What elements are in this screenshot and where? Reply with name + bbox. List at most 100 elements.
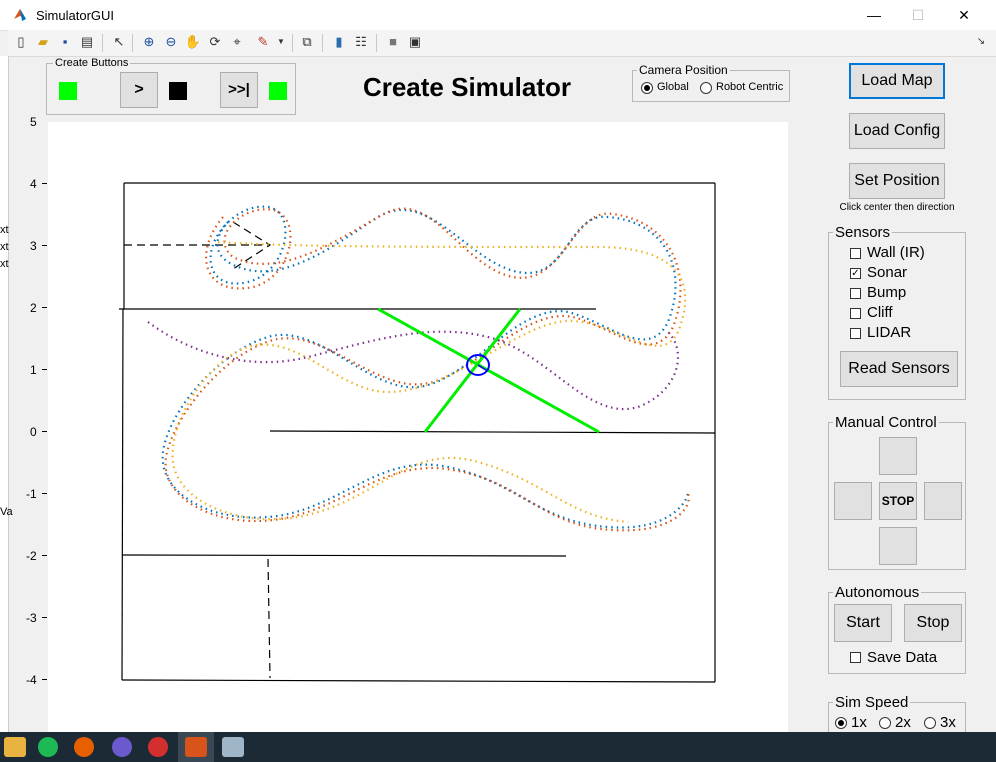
y-tick-label: 4 (30, 177, 37, 191)
map-wall (121, 308, 124, 681)
status-indicator-black (169, 82, 187, 100)
open-file-icon[interactable]: ▰ (34, 33, 52, 51)
browser-icon[interactable] (112, 737, 132, 757)
speed-2x-label: 2x (895, 714, 911, 731)
manual-control-panel: Manual Control STOP (828, 414, 966, 570)
load-config-button[interactable]: Load Config (849, 113, 945, 149)
speed-1x-label: 1x (851, 714, 867, 731)
toolbar-separator (132, 34, 133, 52)
speed-1x-radio[interactable] (835, 717, 847, 729)
hide-icon[interactable]: ■ (384, 33, 402, 51)
y-tick (42, 617, 47, 618)
status-indicator-green (269, 82, 287, 100)
window-title: SimulatorGUI (36, 8, 115, 23)
read-sensors-button[interactable]: Read Sensors (840, 351, 958, 387)
background-text: xt (0, 224, 9, 236)
toolbar-separator (322, 34, 323, 52)
wall-ir-checkbox[interactable] (850, 248, 861, 259)
rotate-icon[interactable]: ⟳ (206, 33, 224, 51)
y-tick (42, 183, 47, 184)
close-button[interactable]: ✕ (944, 4, 984, 26)
autonomous-stop-button[interactable]: Stop (904, 604, 962, 642)
lidar-label: LIDAR (867, 324, 912, 341)
pan-icon[interactable]: ✋ (184, 33, 202, 51)
firefox-icon[interactable] (74, 737, 94, 757)
y-tick (42, 369, 47, 370)
y-tick (42, 679, 47, 680)
link-icon[interactable]: ⧉ (298, 33, 316, 51)
lidar-checkbox[interactable] (850, 328, 861, 339)
start-button[interactable]: Start (834, 604, 892, 642)
maximize-button[interactable]: ☐ (898, 4, 938, 26)
matlab-logo-icon (12, 7, 28, 23)
zoom-out-icon[interactable]: ⊖ (162, 33, 180, 51)
y-tick-label: 0 (30, 425, 37, 439)
y-tick-label: 2 (30, 301, 37, 315)
colorbar-icon[interactable]: ▮ (330, 33, 348, 51)
title-bar: SimulatorGUI — ☐ ✕ (0, 0, 996, 31)
autonomous-panel: Autonomous Start Stop Save Data (828, 584, 966, 674)
forward-button[interactable] (879, 437, 917, 475)
status-indicator-green (59, 82, 77, 100)
new-file-icon[interactable]: ▯ (12, 33, 30, 51)
y-tick-label: -4 (26, 673, 37, 687)
y-tick-label: -3 (26, 611, 37, 625)
map-plot-svg (119, 182, 716, 683)
minimize-button[interactable]: — (854, 4, 894, 26)
global-radio[interactable] (641, 82, 653, 94)
stop-button[interactable]: STOP (879, 482, 917, 520)
speed-3x-radio[interactable] (924, 717, 936, 729)
save-data-checkbox[interactable] (850, 652, 861, 663)
show-icon[interactable]: ▣ (406, 33, 424, 51)
load-map-button[interactable]: Load Map (849, 63, 945, 99)
step-button[interactable]: > (120, 72, 158, 108)
cliff-label: Cliff (867, 304, 893, 321)
set-position-button[interactable]: Set Position (849, 163, 945, 199)
robot-centric-radio[interactable] (700, 82, 712, 94)
turn-right-button[interactable] (924, 482, 962, 520)
backward-button[interactable] (879, 527, 917, 565)
background-text: xt (0, 258, 9, 270)
sonar-ray (423, 308, 522, 433)
y-tick-label: 5 (30, 115, 37, 129)
spotify-icon[interactable] (38, 737, 58, 757)
map-axes[interactable]: -2 (48, 122, 788, 762)
page-title: Create Simulator (362, 72, 572, 102)
file-explorer-icon[interactable] (4, 737, 26, 757)
bump-checkbox[interactable] (850, 288, 861, 299)
y-tick-label: -1 (26, 487, 37, 501)
speed-2x-radio[interactable] (879, 717, 891, 729)
y-tick (42, 431, 47, 432)
legend-icon[interactable]: ☷ (352, 33, 370, 51)
run-button[interactable]: >>| (220, 72, 258, 108)
notepad-icon[interactable] (222, 737, 244, 757)
print-icon[interactable]: ▤ (78, 33, 96, 51)
save-icon[interactable]: ▪ (56, 33, 74, 51)
background-window-strip: xt xt xt Va (0, 56, 13, 736)
chevron-down-icon[interactable]: ▼ (272, 33, 290, 51)
cliff-checkbox[interactable] (850, 308, 861, 319)
pointer-icon[interactable]: ↖ (110, 33, 128, 51)
set-position-hint: Click center then direction (839, 202, 955, 213)
sonar-checkbox[interactable]: ✓ (850, 268, 861, 279)
save-data-label: Save Data (867, 649, 938, 666)
data-cursor-icon[interactable]: ⌖ (228, 33, 246, 51)
virtual-wall (267, 558, 271, 679)
create-buttons-title: Create Buttons (53, 57, 131, 69)
autonomous-title: Autonomous (833, 584, 922, 601)
speed-3x-label: 3x (940, 714, 956, 731)
dock-icon[interactable]: ↘ (972, 33, 990, 51)
brush-icon[interactable]: ✎ (254, 33, 272, 51)
map-wall (269, 430, 716, 434)
app-icon[interactable] (148, 737, 168, 757)
matlab-icon[interactable] (185, 737, 207, 757)
zoom-in-icon[interactable]: ⊕ (140, 33, 158, 51)
wall-ir-label: Wall (IR) (867, 244, 925, 261)
os-taskbar (0, 732, 996, 762)
y-tick-label: 3 (30, 239, 37, 253)
y-tick (42, 245, 47, 246)
y-tick (42, 555, 47, 556)
robot-trajectory (147, 321, 680, 411)
sim-speed-title: Sim Speed (833, 694, 911, 711)
turn-left-button[interactable] (834, 482, 872, 520)
